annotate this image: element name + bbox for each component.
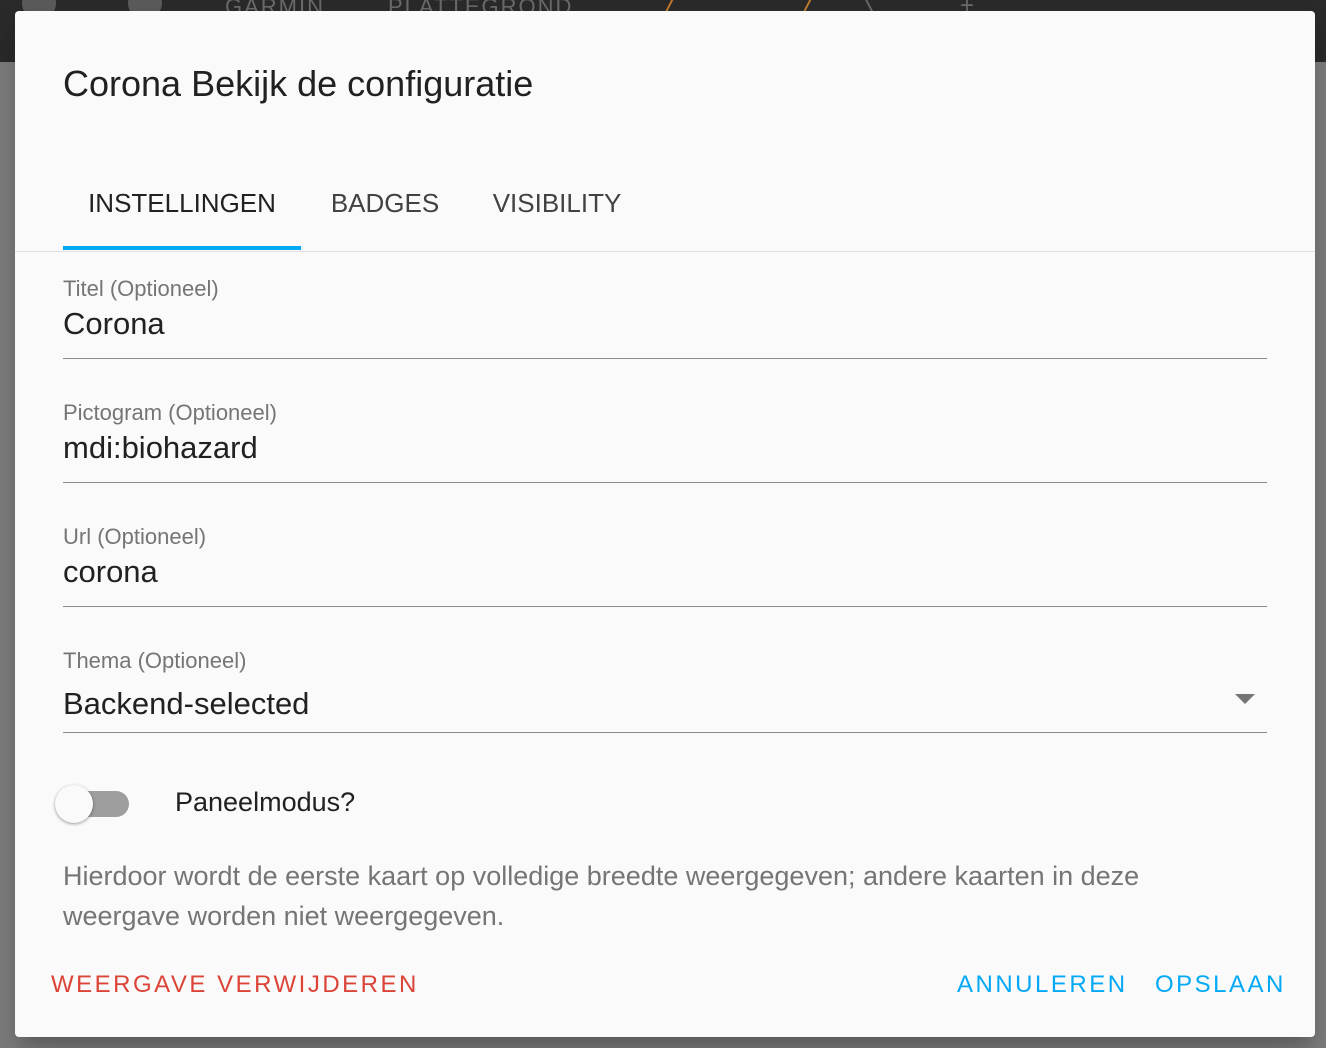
theme-field[interactable]: Thema (Optioneel) Backend-selected bbox=[63, 648, 1267, 740]
save-button[interactable]: OPSLAAN bbox=[1155, 971, 1286, 999]
icon-field-underline bbox=[63, 482, 1267, 483]
title-field-underline bbox=[63, 358, 1267, 359]
tab-badges[interactable]: BADGES bbox=[315, 161, 455, 249]
title-field-label: Titel (Optioneel) bbox=[63, 276, 219, 301]
panel-mode-label: Paneelmodus? bbox=[175, 787, 356, 817]
toggle-knob[interactable] bbox=[55, 785, 93, 823]
dropdown-arrow-icon[interactable] bbox=[1235, 694, 1255, 704]
theme-field-label: Thema (Optioneel) bbox=[63, 648, 247, 673]
icon-field: Pictogram (Optioneel) bbox=[63, 400, 1267, 490]
title-input[interactable] bbox=[63, 306, 1213, 342]
url-field: Url (Optioneel) bbox=[63, 524, 1267, 614]
title-field: Titel (Optioneel) bbox=[63, 276, 1267, 366]
url-field-label: Url (Optioneel) bbox=[63, 524, 207, 549]
tab-visibility[interactable]: VISIBILITY bbox=[477, 161, 637, 249]
url-field-underline bbox=[63, 606, 1267, 607]
theme-field-underline bbox=[63, 732, 1267, 733]
panel-mode-help-text: Hierdoor wordt de eerste kaart op volled… bbox=[63, 861, 1140, 931]
active-tab-indicator bbox=[63, 246, 301, 250]
tab-bar: INSTELLINGEN BADGES VISIBILITY bbox=[15, 161, 1315, 252]
url-input[interactable] bbox=[63, 554, 1213, 590]
delete-view-button[interactable]: WEERGAVE VERWIJDEREN bbox=[51, 971, 419, 999]
theme-select-value[interactable]: Backend-selected bbox=[63, 686, 1213, 722]
view-config-dialog: Corona Bekijk de configuratie INSTELLING… bbox=[15, 11, 1315, 1037]
dialog-title: Corona Bekijk de configuratie bbox=[63, 63, 534, 104]
icon-input[interactable] bbox=[63, 430, 1213, 466]
icon-field-label: Pictogram (Optioneel) bbox=[63, 400, 277, 425]
panel-mode-toggle[interactable] bbox=[55, 783, 133, 827]
cancel-button[interactable]: ANNULEREN bbox=[957, 971, 1128, 999]
tab-instellingen[interactable]: INSTELLINGEN bbox=[63, 161, 301, 249]
